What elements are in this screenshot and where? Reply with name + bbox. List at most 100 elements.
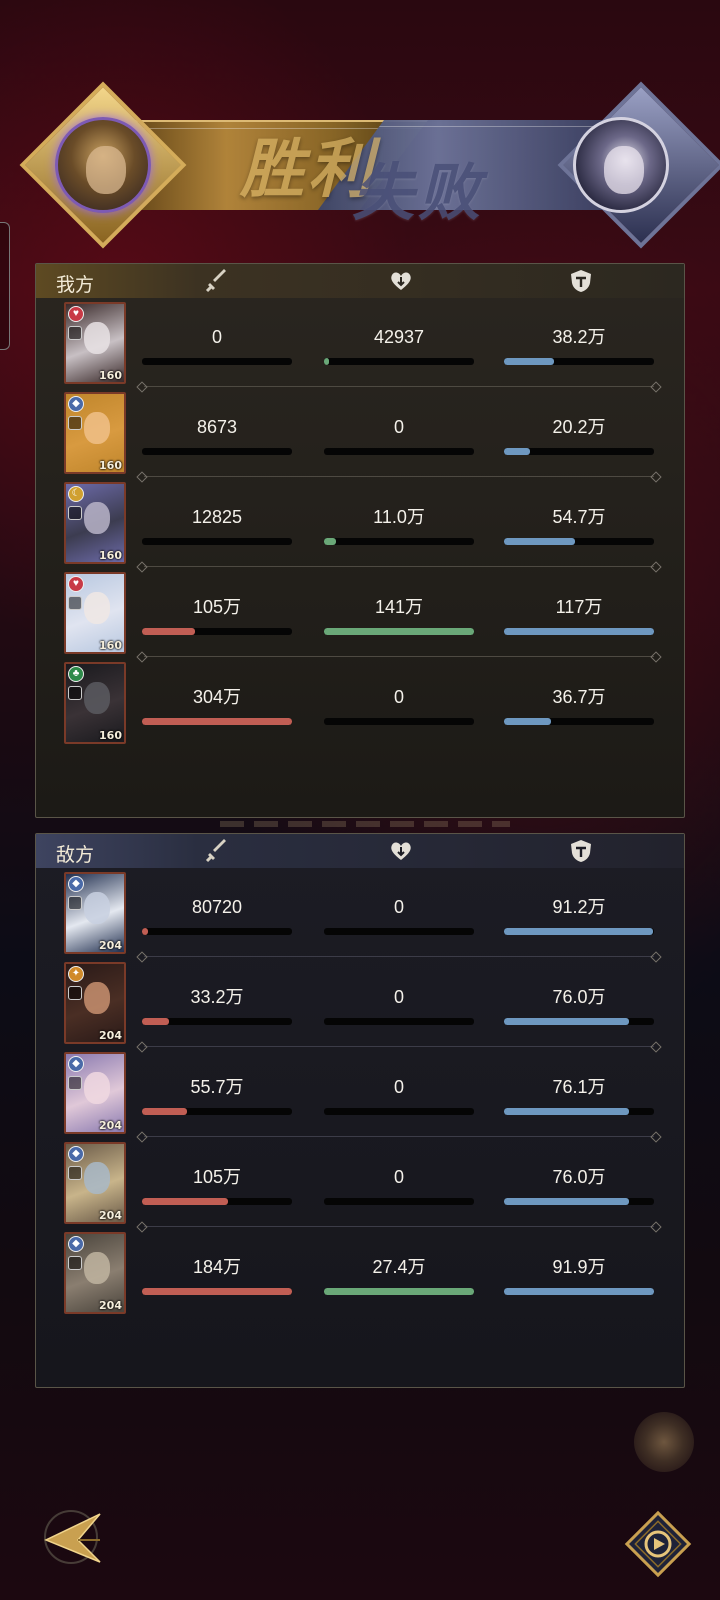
replay-icon[interactable] xyxy=(622,1508,694,1580)
class-icon xyxy=(68,1166,82,1180)
damage-bar xyxy=(142,718,292,725)
healing-bar xyxy=(324,1288,474,1295)
class-icon xyxy=(68,506,82,520)
damage-stat: 105万 xyxy=(142,596,292,636)
hero-portrait[interactable]: ◆ 204 xyxy=(64,1142,126,1224)
damage-bar xyxy=(142,358,292,365)
moon-icon: ☾ xyxy=(68,486,84,502)
hero-portrait[interactable]: ✦ 204 xyxy=(64,962,126,1044)
heart-icon xyxy=(391,272,411,290)
hero-portrait[interactable]: ◆ 204 xyxy=(64,872,126,954)
enemy-hero-row: ◆ 204 55.7万 0 76.1万 xyxy=(36,1048,686,1140)
defeat-text: 失败 xyxy=(352,156,485,229)
tank-bar xyxy=(504,1198,654,1205)
tank-bar xyxy=(504,1288,654,1295)
hero-level: 160 xyxy=(99,459,122,472)
tank-value: 76.1万 xyxy=(552,1077,606,1097)
tank-bar xyxy=(504,928,654,935)
damage-bar xyxy=(142,1108,292,1115)
enemy-hero-row: ✦ 204 33.2万 0 76.0万 xyxy=(36,958,686,1050)
hero-level: 160 xyxy=(99,369,122,382)
damage-value: 12825 xyxy=(191,507,243,527)
damage-stat: 184万 xyxy=(142,1256,292,1296)
shield-icon xyxy=(571,270,591,292)
damage-stat: 12825 xyxy=(142,506,292,546)
hero-portrait[interactable]: ♥ 160 xyxy=(64,302,126,384)
class-icon xyxy=(68,686,82,700)
hero-level: 160 xyxy=(99,639,122,652)
star-icon: ✦ xyxy=(68,966,84,982)
tank-stat: 76.0万 xyxy=(504,986,654,1026)
club-icon: ♣ xyxy=(68,666,84,682)
hero-portrait[interactable]: ◆ 160 xyxy=(64,392,126,474)
row-divider xyxy=(144,476,654,477)
damage-value: 105万 xyxy=(192,1167,242,1187)
hero-portrait[interactable]: ☾ 160 xyxy=(64,482,126,564)
damage-value: 184万 xyxy=(192,1257,242,1277)
tank-stat: 38.2万 xyxy=(504,326,654,366)
heart-icon: ♥ xyxy=(68,306,84,322)
tank-stat: 91.9万 xyxy=(504,1256,654,1296)
hero-portrait[interactable]: ♥ 160 xyxy=(64,572,126,654)
enemy-leader-avatar[interactable] xyxy=(573,117,669,213)
tank-stat: 117万 xyxy=(504,596,654,636)
damage-value: 304万 xyxy=(192,687,242,707)
healing-value: 27.4万 xyxy=(372,1257,426,1277)
ally-leader-avatar[interactable] xyxy=(55,117,151,213)
damage-stat: 8673 xyxy=(142,416,292,456)
tank-bar xyxy=(504,628,654,635)
damage-value: 80720 xyxy=(191,897,243,917)
tank-bar xyxy=(504,1018,654,1025)
hero-level: 204 xyxy=(99,1299,122,1312)
tank-stat: 76.1万 xyxy=(504,1076,654,1116)
row-divider xyxy=(144,1136,654,1137)
shield-icon: ◆ xyxy=(68,1056,84,1072)
enemy-hero-row: ◆ 204 80720 0 91.2万 xyxy=(36,868,686,960)
class-icon xyxy=(68,1256,82,1270)
tank-value: 91.9万 xyxy=(552,1257,606,1277)
hero-portrait[interactable]: ◆ 204 xyxy=(64,1232,126,1314)
damage-bar xyxy=(142,1018,292,1025)
healing-bar xyxy=(324,1108,474,1115)
tank-value: 76.0万 xyxy=(552,987,606,1007)
enemy-hero-row: ◆ 204 105万 0 76.0万 xyxy=(36,1138,686,1230)
damage-bar xyxy=(142,628,292,635)
enemy-hero-row: ◆ 204 184万 27.4万 91.9万 xyxy=(36,1228,686,1320)
tank-bar xyxy=(504,448,654,455)
tank-bar xyxy=(504,538,654,545)
healing-stat: 0 xyxy=(324,986,474,1026)
healing-stat: 0 xyxy=(324,1166,474,1206)
row-divider xyxy=(144,566,654,567)
ally-hero-row: ♥ 160 105万 141万 117万 xyxy=(36,568,686,660)
healing-bar xyxy=(324,718,474,725)
tank-value: 20.2万 xyxy=(552,417,606,437)
class-icon xyxy=(68,896,82,910)
ally-hero-row: ☾ 160 12825 11.0万 54.7万 xyxy=(36,478,686,570)
damage-bar xyxy=(142,1288,292,1295)
floating-assist-button[interactable] xyxy=(634,1412,694,1472)
damage-bar xyxy=(142,1198,292,1205)
hero-portrait[interactable]: ♣ 160 xyxy=(64,662,126,744)
shield-icon: ◆ xyxy=(68,1146,84,1162)
row-divider xyxy=(144,1226,654,1227)
damage-value: 33.2万 xyxy=(190,987,244,1007)
ally-hero-row: ◆ 160 8673 0 20.2万 xyxy=(36,388,686,480)
healing-stat: 27.4万 xyxy=(324,1256,474,1296)
healing-stat: 0 xyxy=(324,1076,474,1116)
tank-stat: 20.2万 xyxy=(504,416,654,456)
shield-icon: ◆ xyxy=(68,1236,84,1252)
healing-value: 0 xyxy=(393,417,404,437)
class-icon xyxy=(68,1076,82,1090)
panel-separator xyxy=(220,821,510,827)
enemy-side-label: 敌方 xyxy=(56,844,95,866)
enemy-panel-header: 敌方 xyxy=(36,834,684,868)
damage-value: 55.7万 xyxy=(190,1077,244,1097)
class-icon xyxy=(68,416,82,430)
healing-bar xyxy=(324,628,474,635)
damage-value: 105万 xyxy=(192,597,242,617)
back-arrow-icon[interactable] xyxy=(34,1500,108,1574)
sword-icon xyxy=(205,839,226,863)
hero-portrait[interactable]: ◆ 204 xyxy=(64,1052,126,1134)
hero-level: 204 xyxy=(99,1029,122,1042)
damage-stat: 0 xyxy=(142,326,292,366)
